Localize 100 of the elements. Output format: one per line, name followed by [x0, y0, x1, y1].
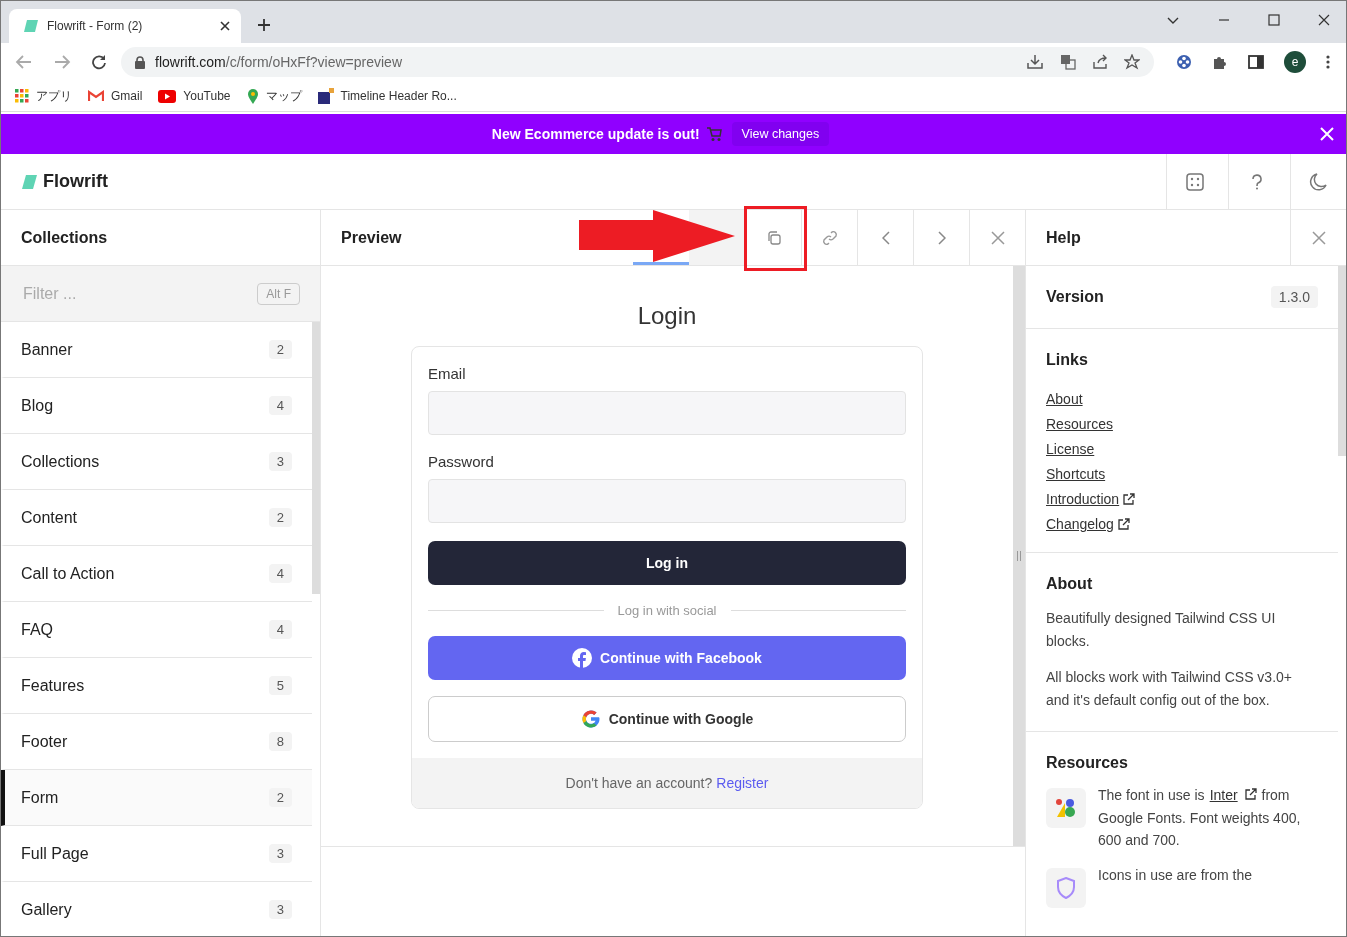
sidebar-item[interactable]: Features 5	[1, 658, 312, 714]
chevron-right-icon	[937, 230, 946, 245]
close-icon	[1311, 230, 1326, 245]
help-link[interactable]: Resources	[1046, 416, 1113, 432]
copy-icon	[765, 229, 782, 246]
address-bar[interactable]: flowrift.com/c/form/oHxFf?view=preview	[121, 47, 1154, 77]
shield-icon	[1056, 876, 1076, 899]
external-link-icon	[1244, 788, 1257, 800]
announcement-text: New Ecommerce update is out!	[491, 126, 700, 142]
sidebar-item[interactable]: Full Page 3	[1, 826, 312, 882]
help-link[interactable]: Introduction	[1046, 491, 1120, 507]
translate-icon[interactable]	[1060, 54, 1076, 70]
section-title: About	[1046, 575, 1094, 593]
bookmark[interactable]: YouTube	[158, 89, 231, 103]
about-paragraph: Beautifully designed Tailwind CSS UI blocks.	[1046, 609, 1277, 651]
forward-icon[interactable]	[53, 54, 71, 70]
sidebar-item[interactable]: Collections 3	[1, 434, 312, 490]
external-link-icon	[1123, 493, 1136, 505]
bookmark[interactable]: Timeline Header Ro...	[317, 88, 457, 104]
section-title: Resources	[1046, 754, 1129, 772]
bookmark[interactable]: マップ	[246, 87, 302, 105]
register-link[interactable]: Register	[716, 775, 769, 791]
resource-text: Icons in use are from the	[1098, 865, 1253, 885]
count-badge: 3	[268, 844, 292, 863]
count-badge: 4	[268, 620, 292, 639]
close-icon[interactable]	[219, 20, 231, 32]
moon-icon	[1308, 171, 1329, 192]
chevron-down-icon[interactable]	[1166, 16, 1180, 26]
chevron-left-icon	[881, 230, 890, 245]
signup-prompt: Don't have an account?	[565, 775, 713, 791]
about-paragraph: All blocks work with Tailwind CSS v3.0+ and it's default config out of the box.	[1046, 668, 1293, 710]
bookmark[interactable]: Gmail	[88, 89, 143, 103]
count-badge: 5	[268, 676, 292, 695]
external-link-icon	[1117, 518, 1130, 530]
map-pin-icon	[246, 88, 259, 104]
lock-icon	[135, 55, 145, 69]
app-name[interactable]: Flowrift	[43, 171, 108, 192]
close-icon[interactable]	[1318, 14, 1330, 26]
count-badge: 2	[268, 788, 292, 807]
help-link[interactable]: Shortcuts	[1046, 466, 1106, 482]
inter-link[interactable]: Inter	[1209, 787, 1238, 803]
help-title: Help	[1046, 228, 1081, 247]
version-badge: 1.3.0	[1270, 286, 1318, 308]
download-icon[interactable]	[1026, 54, 1044, 70]
side-panel-icon[interactable]	[1248, 54, 1264, 70]
facebook-icon	[572, 648, 593, 668]
maximize-icon[interactable]	[1268, 14, 1280, 26]
section-title: Version	[1046, 288, 1104, 306]
count-badge: 3	[268, 900, 292, 919]
help-link[interactable]: About	[1046, 391, 1083, 407]
view-changes-button[interactable]: View changes	[731, 122, 830, 146]
sidebar-item[interactable]: Call to Action 4	[1, 546, 312, 602]
sidebar-item[interactable]: Content 2	[1, 490, 312, 546]
apps-icon	[15, 89, 29, 103]
tab-title: Flowrift - Form (2)	[47, 19, 144, 33]
leaf-icon	[23, 19, 39, 33]
highlight-frame	[744, 206, 807, 271]
logo-icon	[21, 174, 37, 189]
bookmark[interactable]: アプリ	[15, 87, 72, 105]
form-title: Login	[637, 302, 697, 330]
field-label: Email	[428, 365, 467, 382]
count-badge: 4	[268, 396, 292, 415]
divider-text: Log in with social	[617, 603, 717, 618]
shapes-icon	[1055, 797, 1077, 819]
login-button[interactable]: Log in	[428, 541, 906, 585]
link-icon	[820, 228, 839, 247]
grid-icon	[317, 88, 334, 104]
menu-icon[interactable]	[1326, 54, 1330, 70]
resize-handle[interactable]	[1013, 266, 1025, 846]
section-title: Links	[1046, 351, 1089, 369]
count-badge: 8	[268, 732, 292, 751]
password-field[interactable]	[428, 479, 906, 523]
sidebar-item[interactable]: Banner 2	[1, 322, 312, 378]
facebook-button[interactable]: Continue with Facebook	[428, 636, 906, 680]
sidebar-item[interactable]: FAQ 4	[1, 602, 312, 658]
puzzle-icon[interactable]	[1212, 54, 1228, 70]
play-icon	[158, 89, 177, 103]
new-tab-icon[interactable]	[257, 18, 271, 32]
preview-title: Preview	[341, 228, 402, 247]
extension-icon[interactable]	[1176, 54, 1192, 70]
sidebar-item[interactable]: Form 2	[1, 770, 312, 826]
back-icon[interactable]	[15, 54, 33, 70]
close-icon	[990, 230, 1005, 245]
profile-avatar[interactable]: e	[1284, 51, 1306, 73]
star-icon[interactable]	[1124, 54, 1140, 70]
mail-icon	[88, 90, 104, 102]
dice-icon	[1185, 172, 1204, 191]
count-badge: 3	[268, 452, 292, 471]
share-icon[interactable]	[1092, 54, 1108, 70]
question-icon	[1250, 173, 1263, 190]
reload-icon[interactable]	[91, 54, 107, 70]
sidebar-item[interactable]: Blog 4	[1, 378, 312, 434]
count-badge: 2	[268, 508, 292, 527]
help-link[interactable]: Changelog	[1046, 516, 1114, 532]
google-button[interactable]: Continue with Google	[428, 696, 906, 742]
help-link[interactable]: License	[1046, 441, 1095, 457]
cart-icon	[705, 126, 722, 142]
filter-input[interactable]: Filter ...	[21, 283, 258, 304]
email-field[interactable]	[428, 391, 906, 435]
field-label: Password	[428, 453, 495, 470]
